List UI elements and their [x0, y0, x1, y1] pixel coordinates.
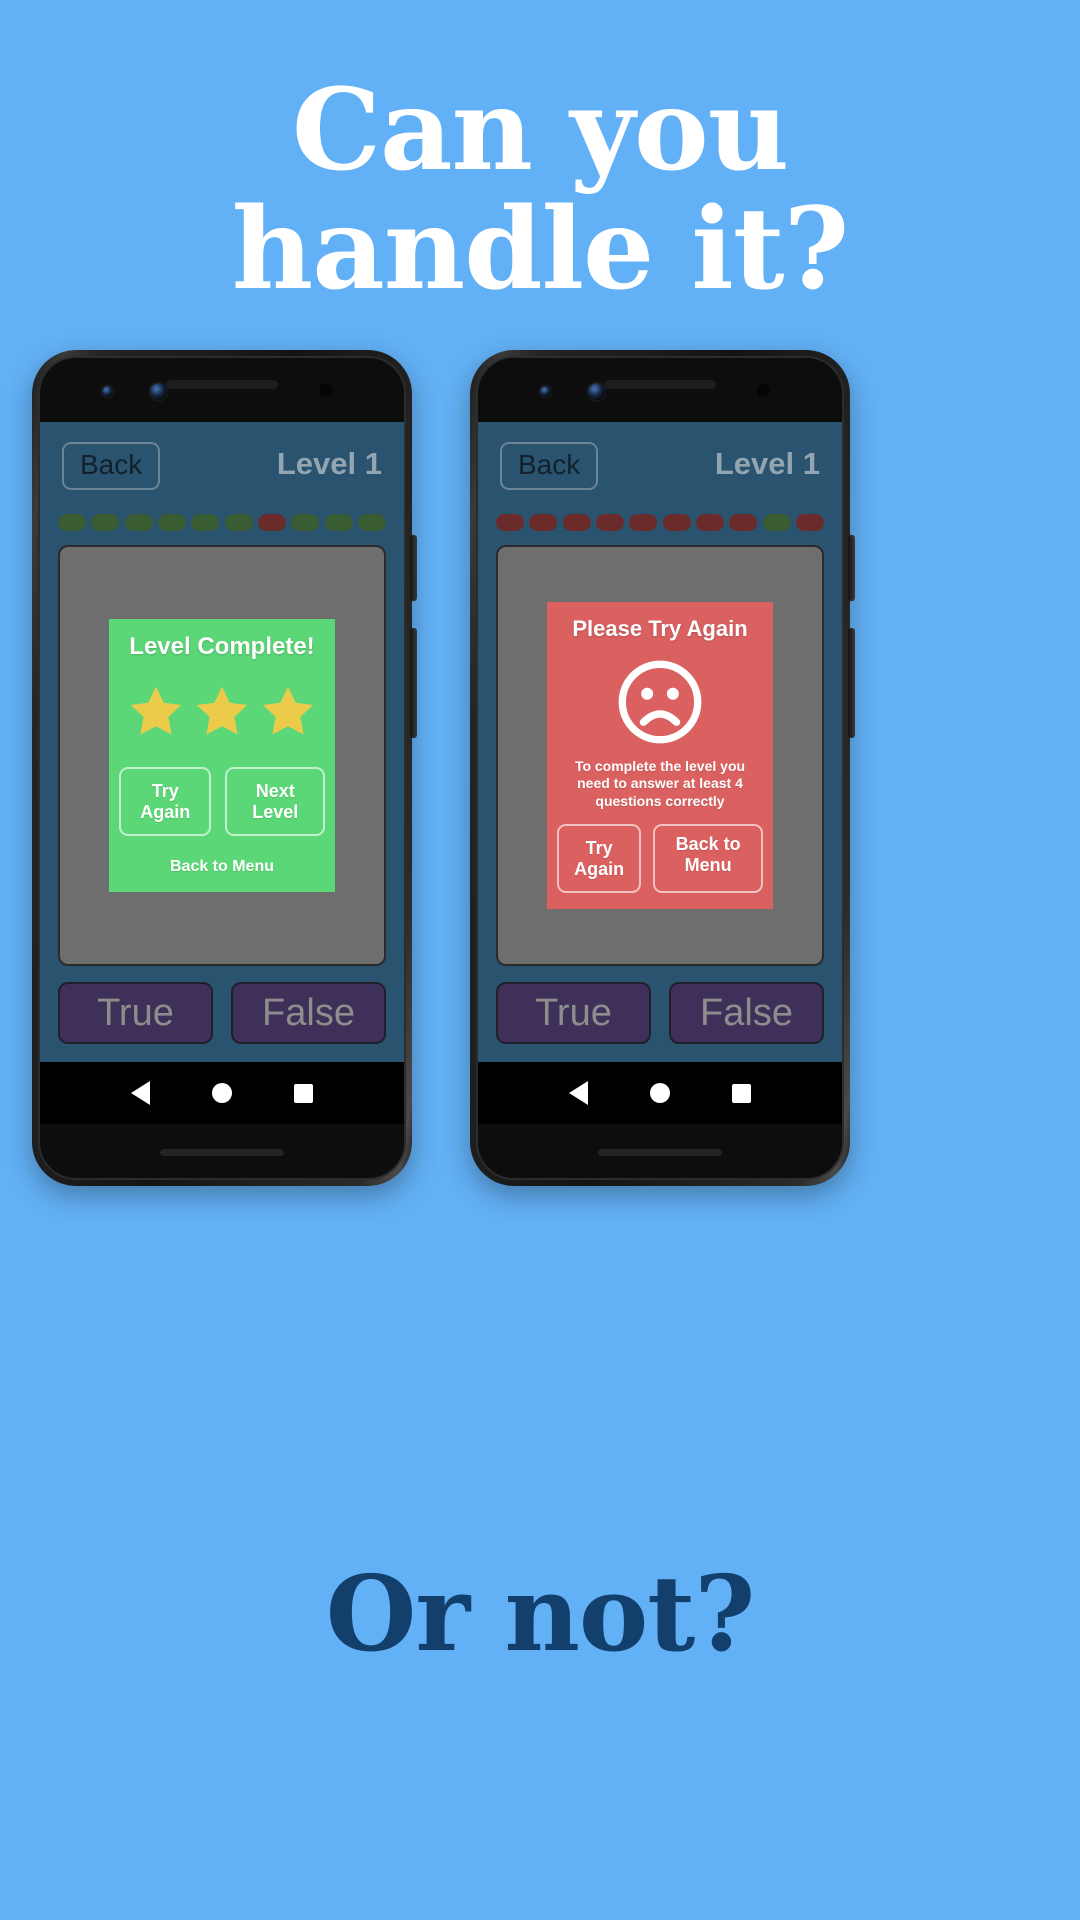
- proximity-sensor-icon: [757, 384, 770, 397]
- sad-face-icon: [618, 660, 702, 743]
- nav-home-icon[interactable]: [650, 1083, 670, 1103]
- progress-pill-red: [795, 514, 824, 531]
- phone-bottom-bezel: [40, 1124, 404, 1178]
- next-level-button[interactable]: Next Level: [225, 766, 325, 837]
- level-label: Level 1: [276, 446, 382, 481]
- progress-pill-red: [629, 514, 658, 531]
- phone-top-bezel: [40, 358, 404, 422]
- front-sensor-icon: [540, 386, 551, 397]
- phone-chin-accent: [160, 1149, 284, 1156]
- phone-bottom-bezel: [478, 1124, 842, 1178]
- progress-pill-red: [257, 514, 286, 531]
- progress-pill-green: [91, 514, 120, 531]
- progress-pill-row-left: [40, 514, 404, 531]
- star-rating: [119, 681, 325, 741]
- app-screen-right: Back Level 1 Please Try Again To complet…: [478, 422, 842, 1062]
- nav-home-icon[interactable]: [212, 1083, 232, 1103]
- true-button[interactable]: True: [58, 982, 213, 1044]
- answer-button-row-left: True False: [40, 966, 404, 1062]
- app-screen-left: Back Level 1 Level Complete! Try Again N…: [40, 422, 404, 1062]
- promo-footer: Or not?: [325, 1552, 756, 1675]
- phone-chin-accent: [598, 1149, 722, 1156]
- nav-recents-icon[interactable]: [732, 1083, 751, 1103]
- earpiece-speaker: [604, 380, 716, 389]
- dialog-title: Level Complete!: [129, 632, 315, 660]
- proximity-sensor-icon: [319, 384, 332, 397]
- nav-recents-icon[interactable]: [294, 1083, 313, 1103]
- star-icon: [262, 686, 314, 735]
- dialog-message: To complete the level you need to answer…: [574, 757, 746, 809]
- progress-pill-red: [662, 514, 691, 531]
- progress-pill-green: [157, 514, 186, 531]
- front-camera-icon: [150, 383, 167, 400]
- progress-pill-red: [595, 514, 624, 531]
- dialog-title: Please Try Again: [572, 615, 748, 641]
- nav-back-icon[interactable]: [569, 1081, 588, 1105]
- back-to-menu-link[interactable]: Back to Menu: [119, 858, 325, 876]
- phone-power-button[interactable]: [848, 535, 855, 601]
- question-card-left: Level Complete! Try Again Next Level Bac…: [58, 545, 386, 966]
- dialog-button-row: Try Again Back to Menu: [557, 824, 763, 894]
- progress-pill-green: [324, 514, 353, 531]
- false-button[interactable]: False: [669, 982, 824, 1044]
- star-icon: [130, 686, 182, 735]
- phone-power-button[interactable]: [410, 535, 417, 601]
- level-complete-dialog: Level Complete! Try Again Next Level Bac…: [109, 618, 335, 893]
- headline-line-1: Can you: [291, 65, 789, 196]
- progress-pill-green: [291, 514, 320, 531]
- phone-mockup-right: Back Level 1 Please Try Again To complet…: [470, 350, 855, 1186]
- progress-pill-red: [729, 514, 758, 531]
- back-button[interactable]: Back: [500, 442, 599, 490]
- progress-pill-red: [496, 514, 524, 531]
- promo-headline: Can you handle it?: [0, 65, 1080, 315]
- true-button[interactable]: True: [496, 982, 651, 1044]
- phone-mockup-left: Back Level 1 Level Complete! Try Again N…: [32, 350, 417, 1186]
- progress-pill-red: [695, 514, 724, 531]
- android-nav-bar-right: [478, 1062, 842, 1124]
- progress-pill-green: [762, 514, 791, 531]
- progress-pill-green: [357, 514, 386, 531]
- nav-back-icon[interactable]: [131, 1081, 150, 1105]
- try-again-button[interactable]: Try Again: [119, 766, 212, 837]
- android-nav-bar-left: [40, 1062, 404, 1124]
- answer-button-row-right: True False: [478, 966, 842, 1062]
- progress-pill-row-right: [478, 514, 842, 531]
- progress-pill-green: [224, 514, 253, 531]
- star-icon: [196, 686, 248, 735]
- app-topbar: Back Level 1: [478, 422, 842, 514]
- false-button[interactable]: False: [231, 982, 386, 1044]
- earpiece-speaker: [166, 380, 278, 389]
- app-topbar: Back Level 1: [40, 422, 404, 514]
- back-to-menu-button[interactable]: Back to Menu: [653, 824, 763, 894]
- question-card-right: Please Try Again To complete the level y…: [496, 545, 824, 966]
- phone-volume-button[interactable]: [848, 628, 855, 738]
- phone-top-bezel: [478, 358, 842, 422]
- try-again-button[interactable]: Try Again: [557, 824, 642, 894]
- headline-line-2: handle it?: [231, 183, 849, 315]
- level-label: Level 1: [714, 446, 820, 481]
- progress-pill-red: [562, 514, 591, 531]
- front-sensor-icon: [102, 386, 113, 397]
- progress-pill-red: [529, 514, 558, 531]
- progress-pill-green: [58, 514, 86, 531]
- try-again-dialog: Please Try Again To complete the level y…: [547, 601, 773, 910]
- progress-pill-green: [124, 514, 153, 531]
- phone-volume-button[interactable]: [410, 628, 417, 738]
- back-button[interactable]: Back: [62, 442, 161, 490]
- front-camera-icon: [588, 383, 605, 400]
- progress-pill-green: [191, 514, 220, 531]
- dialog-button-row: Try Again Next Level: [119, 766, 325, 837]
